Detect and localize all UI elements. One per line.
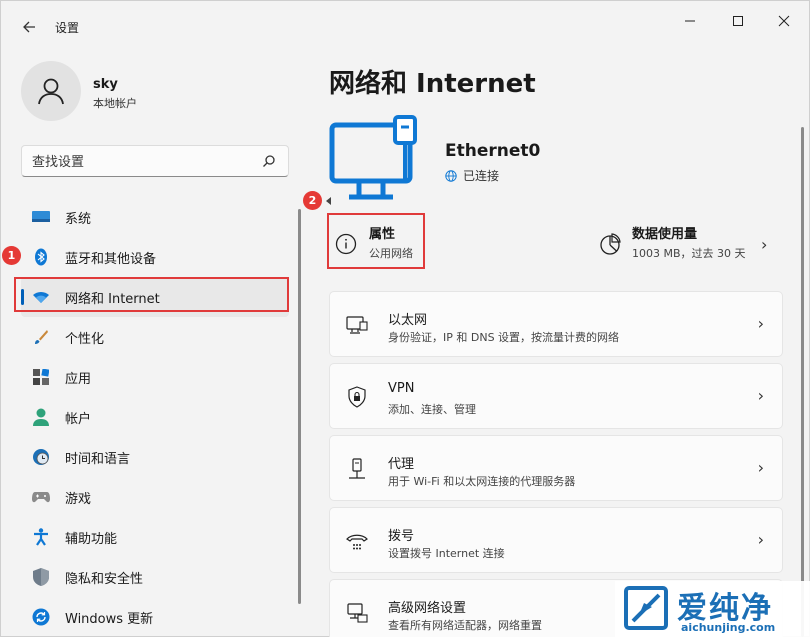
sidebar-scrollbar[interactable] — [298, 209, 301, 604]
search-box — [21, 145, 289, 177]
bluetooth-icon — [31, 247, 51, 267]
globe-icon — [445, 169, 457, 182]
card-subtitle: 查看所有网络适配器，网络重置 — [388, 619, 542, 632]
sidebar-item-label: 应用 — [65, 371, 92, 387]
gamepad-icon — [31, 487, 51, 507]
chevron-right-icon: › — [757, 530, 764, 549]
pie-chart-icon[interactable] — [599, 233, 621, 255]
properties-title: 属性 — [369, 227, 396, 242]
avatar — [21, 61, 81, 121]
title-bar: 设置 — [1, 1, 809, 51]
card-subtitle: 设置拨号 Internet 连接 — [388, 547, 505, 560]
sidebar-item-label: 个性化 — [65, 331, 105, 347]
page-title: 网络和 Internet — [329, 69, 536, 99]
sidebar-nav: 系统 蓝牙和其他设备 网络和 Internet 个性化 应用 帐户 时间和语言 — [21, 197, 289, 637]
card-title: VPN — [388, 381, 415, 396]
back-button[interactable] — [15, 15, 43, 39]
sidebar-item-label: Windows 更新 — [65, 611, 154, 627]
highlight-box-network — [14, 277, 289, 312]
apps-icon — [31, 367, 51, 387]
minimize-button[interactable] — [667, 9, 713, 33]
sidebar-item-apps[interactable]: 应用 — [21, 357, 289, 397]
settings-window: 设置 sky 本地帐户 系统 蓝牙和其他设备 — [0, 0, 810, 637]
maximize-icon — [733, 16, 743, 26]
account-type: 本地帐户 — [93, 97, 137, 110]
chevron-right-icon: › — [757, 386, 764, 405]
close-icon — [778, 15, 790, 27]
sidebar-item-personalization[interactable]: 个性化 — [21, 317, 289, 357]
sidebar-item-label: 帐户 — [65, 411, 92, 427]
card-subtitle: 添加、连接、管理 — [388, 403, 476, 416]
card-subtitle: 身份验证，IP 和 DNS 设置，按流量计费的网络 — [388, 331, 620, 344]
card-title: 以太网 — [388, 313, 428, 328]
data-usage-subtitle: 1003 MB，过去 30 天 — [632, 247, 746, 260]
shield-icon — [31, 567, 51, 587]
user-name: sky — [93, 77, 118, 92]
card-ethernet[interactable]: 以太网 身份验证，IP 和 DNS 设置，按流量计费的网络 › — [329, 291, 783, 357]
sidebar-item-label: 辅助功能 — [65, 531, 118, 547]
sidebar-item-label: 蓝牙和其他设备 — [65, 251, 157, 267]
update-icon — [31, 607, 51, 627]
step-badge-2: 2 — [303, 191, 322, 210]
properties-subtitle: 公用网络 — [369, 247, 413, 260]
card-title: 拨号 — [388, 529, 415, 544]
sidebar-item-label: 游戏 — [65, 491, 92, 507]
data-usage-title[interactable]: 数据使用量 — [632, 223, 697, 242]
step-badge-1: 1 — [2, 246, 21, 265]
ethernet-icon — [346, 316, 368, 334]
watermark: 爱纯净 aichunjing.com — [615, 581, 810, 637]
vpn-shield-icon — [348, 386, 366, 408]
user-profile[interactable]: sky 本地帐户 — [21, 61, 291, 125]
collapse-caret-icon — [326, 197, 331, 205]
user-icon — [38, 78, 64, 105]
sidebar-item-accessibility[interactable]: 辅助功能 — [21, 517, 289, 557]
search-icon[interactable] — [260, 152, 278, 170]
card-subtitle: 用于 Wi-Fi 和以太网连接的代理服务器 — [388, 475, 576, 488]
adapter-name: Ethernet0 — [445, 141, 541, 161]
sidebar-item-label: 系统 — [65, 211, 92, 227]
sidebar-item-time-language[interactable]: 时间和语言 — [21, 437, 289, 477]
chevron-right-icon: › — [757, 458, 764, 477]
connection-status: 已连接 — [445, 167, 499, 184]
sidebar-item-privacy[interactable]: 隐私和安全性 — [21, 557, 289, 597]
sidebar-item-windows-update[interactable]: Windows 更新 — [21, 597, 289, 637]
app-title: 设置 — [55, 21, 80, 35]
advanced-network-icon — [347, 603, 368, 623]
account-icon — [31, 407, 51, 427]
proxy-icon — [349, 458, 365, 479]
monitor-icon — [329, 115, 417, 200]
sidebar-item-label: 隐私和安全性 — [65, 571, 144, 587]
card-vpn[interactable]: VPN 添加、连接、管理 › — [329, 363, 783, 429]
sidebar-item-accounts[interactable]: 帐户 — [21, 397, 289, 437]
brush-icon — [31, 327, 51, 347]
sidebar-item-gaming[interactable]: 游戏 — [21, 477, 289, 517]
sidebar-item-system[interactable]: 系统 — [21, 197, 289, 237]
dialup-icon — [346, 534, 368, 550]
search-input[interactable] — [32, 152, 252, 172]
chevron-right-icon: › — [757, 314, 764, 333]
status-text: 已连接 — [463, 169, 500, 183]
card-proxy[interactable]: 代理 用于 Wi-Fi 和以太网连接的代理服务器 › — [329, 435, 783, 501]
accessibility-icon — [31, 527, 51, 547]
close-button[interactable] — [761, 9, 807, 33]
sidebar-item-bluetooth[interactable]: 蓝牙和其他设备 — [21, 237, 289, 277]
clock-globe-icon — [31, 447, 51, 467]
sidebar-item-label: 时间和语言 — [65, 451, 131, 467]
card-title: 高级网络设置 — [388, 601, 467, 616]
watermark-url: aichunjing.com — [681, 621, 776, 634]
main-scrollbar[interactable] — [801, 127, 804, 637]
card-title: 代理 — [388, 457, 415, 472]
watermark-logo-icon — [624, 586, 668, 630]
maximize-button[interactable] — [715, 9, 761, 33]
back-arrow-icon — [23, 21, 35, 33]
system-icon — [31, 207, 51, 227]
chevron-right-icon[interactable]: › — [761, 235, 767, 254]
card-dialup[interactable]: 拨号 设置拨号 Internet 连接 › — [329, 507, 783, 573]
minimize-icon — [685, 20, 695, 22]
info-icon — [335, 233, 357, 255]
